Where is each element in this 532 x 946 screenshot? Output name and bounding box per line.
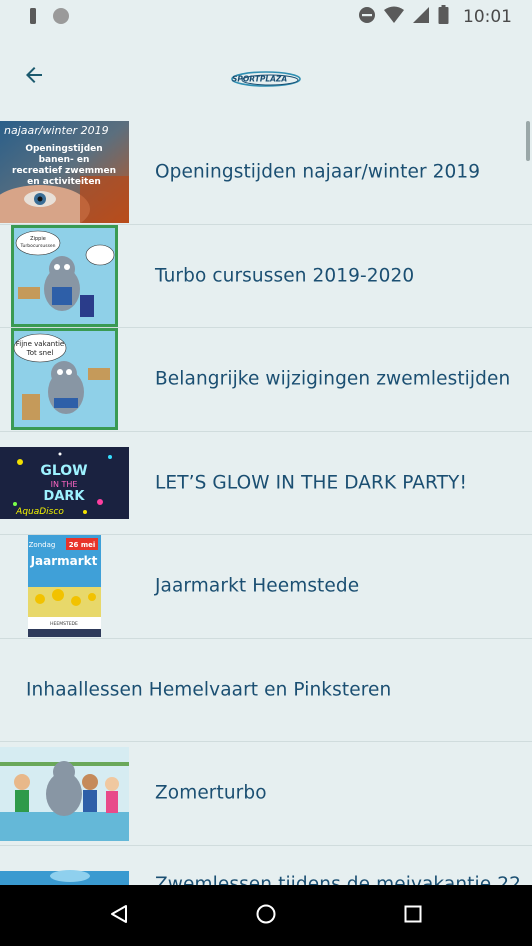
do-not-disturb-icon [358,6,376,28]
list-item[interactable]: Inhaallessen Hemelvaart en Pinksteren [0,639,532,742]
nav-home-icon [255,903,277,929]
svg-text:en activiteiten: en activiteiten [27,177,101,187]
svg-text:HEEMSTEDE: HEEMSTEDE [50,621,78,627]
arrow-left-icon [22,63,46,91]
svg-text:GLOW: GLOW [40,463,87,479]
nav-home-button[interactable] [253,903,279,929]
svg-text:recreatief zwemmen: recreatief zwemmen [12,166,116,176]
list-item-title: Openingstijden najaar/winter 2019 [155,161,481,183]
back-button[interactable] [18,61,50,93]
thumb-wijzigingen: Fijne vakantie Tot snel [0,328,129,430]
list-item[interactable]: Zondag 26 mei Jaarmarkt HEEMSTEDE Jaarma… [0,535,532,639]
thumb-jaarmarkt: Zondag 26 mei Jaarmarkt HEEMSTEDE [0,535,129,637]
svg-text:SPORTPLAZA: SPORTPLAZA [232,75,287,84]
list-item-title: Jaarmarkt Heemstede [155,575,360,597]
sportplaza-logo: SPORTPLAZA [230,69,302,89]
svg-text:DARK: DARK [44,489,86,504]
thumb-zomerturbo [0,742,129,844]
list-item[interactable]: Zwemlessen tijdens de meivakantie 22 [0,845,532,886]
signal-icon [412,6,430,28]
svg-text:Zippie: Zippie [30,236,46,242]
nav-recents-button[interactable] [400,903,426,929]
battery-icon [438,5,449,28]
nav-bar [0,885,532,946]
svg-text:IN THE: IN THE [51,480,78,489]
nav-back-icon [108,903,130,929]
list-item[interactable]: Zippie Turbocursussen Turbo cursussen 20… [0,224,532,328]
list-item-title: Turbo cursussen 2019-2020 [155,265,415,287]
thumb-meivakantie [0,845,129,885]
svg-text:banen- en: banen- en [39,155,90,165]
app-bar: SPORTPLAZA [0,31,532,121]
status-bar: 10:01 [0,0,532,31]
list-item[interactable]: Fijne vakantie Tot snel Belangrijke wijz… [0,328,532,432]
svg-text:AquaDisco: AquaDisco [15,507,64,517]
list-item-title: Inhaallessen Hemelvaart en Pinksteren [26,679,392,701]
circle-icon [52,7,70,29]
svg-text:26 mei: 26 mei [69,541,96,549]
svg-text:Openingstijden: Openingstijden [25,144,102,154]
nav-recents-icon [402,903,424,929]
list-item[interactable]: najaar/winter 2019 Openingstijden banen-… [0,121,532,225]
scrollbar[interactable] [526,121,530,161]
svg-text:Tot snel: Tot snel [26,349,54,357]
svg-text:Turbocursussen: Turbocursussen [19,243,55,249]
svg-text:Fijne vakantie: Fijne vakantie [16,340,64,348]
thumb-glow: GLOW IN THE DARK AquaDisco [0,431,129,534]
thumb-turbo: Zippie Turbocursussen [0,224,129,327]
svg-text:najaar/winter 2019: najaar/winter 2019 [4,124,109,137]
list-item-title: Zwemlessen tijdens de meivakantie 22 [155,873,521,886]
wifi-icon [384,6,404,28]
thumb-openingstijden: najaar/winter 2019 Openingstijden banen-… [0,121,129,223]
list-item[interactable]: GLOW IN THE DARK AquaDisco LET’S GLOW IN… [0,431,532,535]
nav-back-button[interactable] [106,903,132,929]
list-item-title: Zomerturbo [155,782,267,804]
list-item-title: Belangrijke wijzigingen zwemlestijden [155,368,511,390]
list-item-title: LET’S GLOW IN THE DARK PARTY! [155,472,467,494]
news-list: najaar/winter 2019 Openingstijden banen-… [0,121,532,885]
svg-text:Zondag: Zondag [29,541,56,549]
sim-icon [28,7,38,29]
status-time: 10:01 [463,6,512,27]
list-item[interactable]: Zomerturbo [0,742,532,846]
svg-text:Jaarmarkt: Jaarmarkt [30,554,98,568]
